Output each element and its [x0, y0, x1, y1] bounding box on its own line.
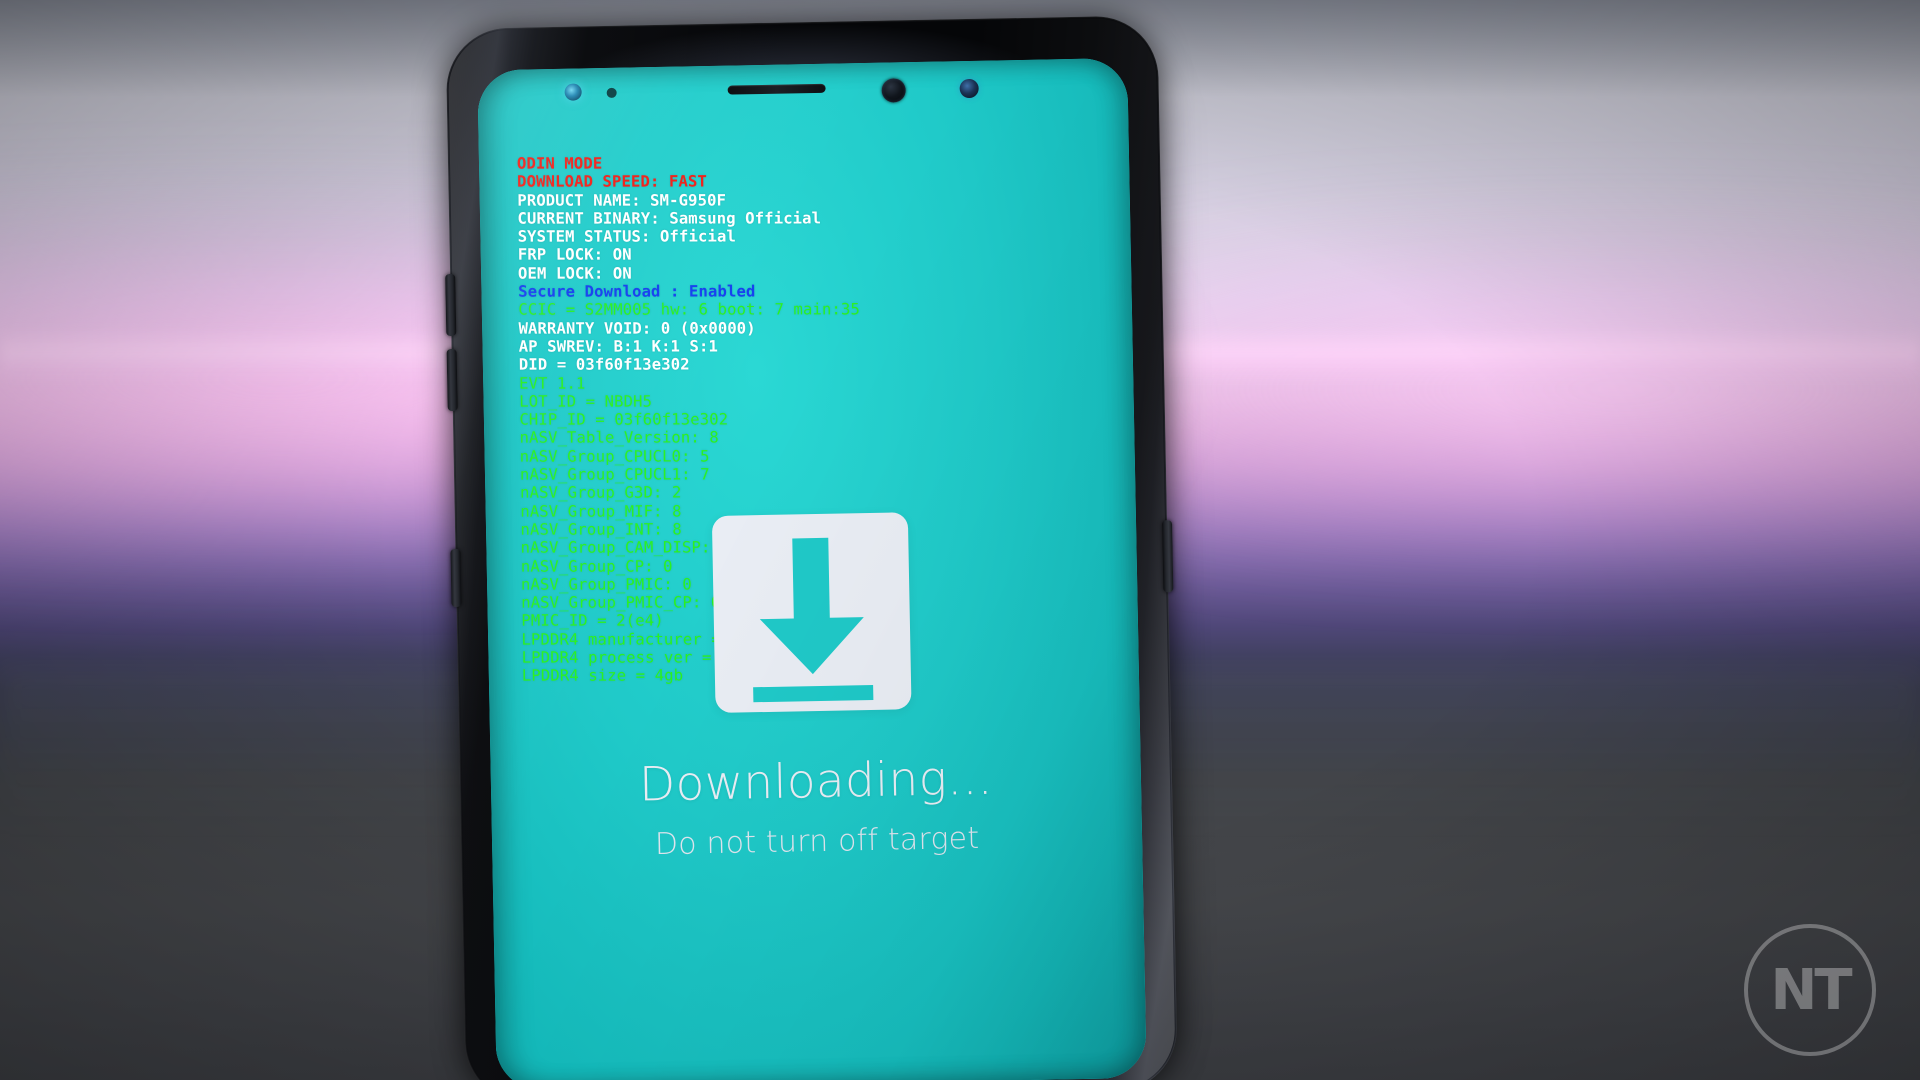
odin-line: FRP LOCK: ON [517, 246, 632, 265]
odin-line: LOT_ID = NBDH5 [519, 392, 653, 411]
phone-screen[interactable]: ODIN MODE DOWNLOAD SPEED: FAST PRODUCT NAM… [477, 57, 1147, 1080]
volume-down-button[interactable] [446, 348, 458, 412]
odin-line: Secure Download : Enabled [518, 282, 756, 301]
odin-line: OEM LOCK: ON [517, 264, 632, 283]
watermark-logo: NT [1744, 924, 1876, 1056]
odin-line: CURRENT BINARY: Samsung Official [517, 209, 822, 228]
power-button[interactable] [1161, 520, 1174, 593]
phone-device: ODIN MODE DOWNLOAD SPEED: FAST PRODUCT NAM… [445, 15, 1178, 1080]
odin-line: nASV_Group_G3D: 2 [520, 483, 682, 503]
odin-line: DID = 03f60f13e302 [518, 355, 690, 374]
bixby-button[interactable] [450, 548, 462, 608]
odin-line: WARRANTY VOID: 0 (0x0000) [518, 319, 756, 338]
odin-line: AP SWREV: B:1 K:1 S:1 [518, 337, 719, 356]
download-arrow-icon [711, 512, 912, 713]
odin-line: nASV_Group_CPUCL0: 5 [519, 447, 710, 466]
earpiece-speaker [727, 83, 826, 95]
odin-line: SYSTEM STATUS: Official [517, 227, 736, 246]
volume-up-button[interactable] [445, 273, 457, 337]
screenshot-canvas: ODIN MODE DOWNLOAD SPEED: FAST PRODUCT NAM… [0, 0, 1920, 1080]
odin-line: nASV_Table_Version: 8 [519, 428, 719, 448]
odin-line: nASV_Group_CPUCL1: 7 [519, 465, 710, 484]
odin-line: EVT 1.1 [518, 374, 586, 393]
odin-line: PRODUCT NAME: SM-G950F [517, 191, 727, 210]
odin-line: CHIP_ID = 03f60f13e302 [519, 410, 729, 429]
odin-line: DOWNLOAD SPEED: FAST [517, 172, 707, 191]
watermark-text: NT [1770, 957, 1852, 1023]
odin-line: ODIN MODE [516, 154, 603, 173]
odin-line: CCIC = S2MM005 hw: 6 boot: 7 main:35 [518, 300, 861, 320]
